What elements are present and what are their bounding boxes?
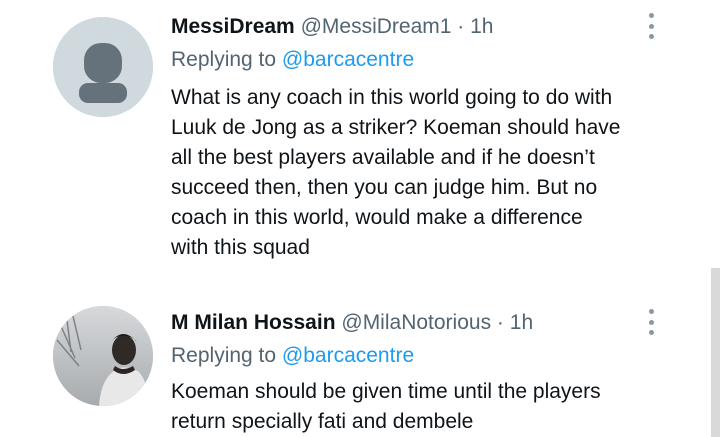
tweet-header: MessiDream @MessiDream1 · 1h [171, 14, 493, 40]
default-avatar-icon [53, 17, 153, 117]
replying-to: Replying to @barcacentre [171, 47, 414, 73]
timestamp[interactable]: 1h [510, 311, 533, 334]
user-handle[interactable]: @MessiDream1 [301, 15, 452, 38]
profile-photo-icon [53, 306, 153, 406]
tweet-text: Koeman should be given time until the pl… [171, 377, 691, 437]
tweet-text-line: Luuk de Jong as a striker? Koeman should… [171, 116, 621, 139]
tweet-text-line: Koeman should be given time until the pl… [171, 380, 601, 403]
user-handle[interactable]: @MilaNotorious [341, 311, 491, 334]
replying-prefix: Replying to [171, 48, 277, 71]
avatar[interactable] [53, 306, 153, 406]
mention-link[interactable]: @barcacentre [282, 48, 414, 71]
tweet-text: What is any coach in this world going to… [171, 83, 691, 263]
display-name[interactable]: MessiDream [171, 15, 295, 38]
separator: · [457, 15, 465, 38]
more-vertical-icon[interactable] [641, 13, 661, 39]
tweet-text-line: all the best players available and if he… [171, 146, 595, 169]
tweet-text-line: What is any coach in this world going to… [171, 86, 613, 109]
separator: · [496, 311, 504, 334]
tweet-header: M Milan Hossain @MilaNotorious · 1h [171, 310, 533, 336]
more-vertical-icon[interactable] [641, 309, 661, 335]
tweet-reply[interactable]: MessiDream @MessiDream1 · 1h Replying to… [0, 0, 720, 270]
display-name[interactable]: M Milan Hossain [171, 311, 336, 334]
timestamp[interactable]: 1h [470, 15, 493, 38]
avatar[interactable] [53, 17, 153, 117]
scrollbar[interactable] [711, 268, 720, 437]
replying-prefix: Replying to [171, 344, 277, 367]
tweet-text-line: with this squad [171, 236, 310, 259]
tweet-text-line: coach in this world, would make a differ… [171, 206, 583, 229]
mention-link[interactable]: @barcacentre [282, 344, 414, 367]
tweet-text-line: succeed then, then you can judge him. Bu… [171, 176, 598, 199]
replying-to: Replying to @barcacentre [171, 343, 414, 369]
tweet-reply[interactable]: M Milan Hossain @MilaNotorious · 1h Repl… [0, 292, 720, 437]
tweet-text-line: return specially fati and dembele [171, 410, 474, 433]
